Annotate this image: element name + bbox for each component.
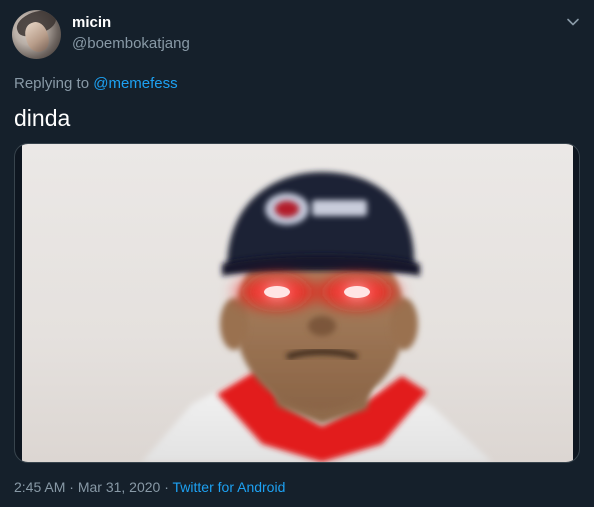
replying-to-link[interactable]: @memefess [93,75,177,92]
tweet-card: micin @boembokatjang Replying to @memefe… [0,0,594,507]
display-name[interactable]: micin [72,14,111,31]
tweet-media[interactable] [14,143,580,463]
tweet-meta: 2:45 AM · Mar 31, 2020 · Twitter for And… [14,479,285,495]
username-handle[interactable]: @boembokatjang [72,35,190,52]
tweet-text: dinda [14,105,71,131]
meta-separator: · [160,479,173,495]
chevron-down-icon[interactable] [565,14,581,30]
tweet-source[interactable]: Twitter for Android [173,479,286,495]
laser-eyes-meme-image [142,172,492,462]
avatar[interactable] [12,10,61,59]
media-image[interactable] [22,144,573,462]
replying-to-line: Replying to @memefess [14,75,178,92]
tweet-time[interactable]: 2:45 AM [14,479,65,495]
replying-to-label: Replying to [14,75,90,92]
tweet-date[interactable]: Mar 31, 2020 [78,479,161,495]
meta-separator: · [65,479,78,495]
